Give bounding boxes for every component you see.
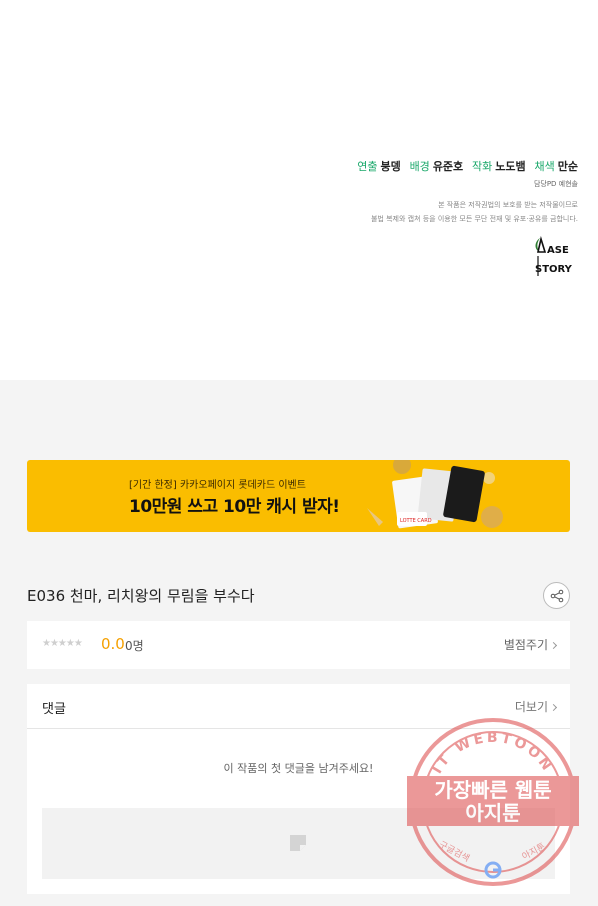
comment-title: 댓글 (42, 702, 66, 717)
rating-panel: ★★★★★ 0.0 0명 별점주기 (27, 621, 570, 669)
credit-art: 작화 노도뱀 (472, 160, 526, 173)
studio-logo: ASE STORY (535, 236, 573, 276)
share-button[interactable] (543, 582, 570, 609)
episode-title: E036 천마, 리치왕의 무림을 부수다 (27, 587, 255, 605)
svg-text:아지툰: 아지툰 (465, 801, 520, 825)
credit-direction: 연출 붕뎅 (357, 160, 401, 173)
episode-end-area: 연출 붕뎅 배경 유준호 작화 노도뱀 채색 만순 담당PD 예현솔 본 작품은 저작권… (0, 0, 598, 380)
google-g-icon (484, 861, 502, 879)
credit-background: 배경 유준호 (409, 160, 464, 173)
credit-color: 채색 만순 (534, 160, 579, 173)
staff-credits: 연출 붕뎅 배경 유준호 작화 노도뱀 채색 만순 (357, 158, 578, 174)
svg-text:STORY: STORY (535, 264, 573, 275)
svg-text:가장빠른 웹툰: 가장빠른 웹툰 (434, 778, 551, 802)
chevron-right-icon (549, 641, 558, 650)
copyright-notice: 본 작품은 저작권법의 보호를 받는 저작물이므로 불법 복제와 캡쳐 등을 이… (370, 201, 578, 223)
note-icon (290, 835, 306, 851)
rating-score: 0.0 (101, 635, 125, 653)
star-rating-display: ★★★★★ (42, 638, 83, 649)
svg-text:LOTTE CARD: LOTTE CARD (400, 518, 432, 524)
banner-headline: 10만원 쓰고 10만 캐시 받자! (129, 497, 340, 517)
chevron-right-icon (549, 703, 558, 712)
credits-block: 연출 붕뎅 배경 유준호 작화 노도뱀 채색 만순 담당PD 예현솔 본 작품은 저작권… (357, 158, 578, 226)
event-banner[interactable]: [기간 한정] 카카오페이지 롯데카드 이벤트 10만원 쓰고 10만 캐시 받… (27, 460, 570, 532)
watermark-stamp: AGIT WEBTOON 가장빠른 웹툰 아지툰 구글검색 아지툰 (407, 718, 579, 886)
svg-text:ASE: ASE (547, 245, 569, 256)
rating-count: 0명 (125, 639, 144, 653)
rate-button[interactable]: 별점주기 (504, 636, 558, 653)
card-illustration: LOTTE CARD (367, 460, 503, 529)
banner-subtitle: [기간 한정] 카카오페이지 롯데카드 이벤트 (129, 480, 306, 491)
comments-more-link[interactable]: 더보기 (515, 698, 558, 715)
share-icon (550, 589, 564, 603)
pd-credit: 담당PD 예현솔 (533, 180, 578, 188)
